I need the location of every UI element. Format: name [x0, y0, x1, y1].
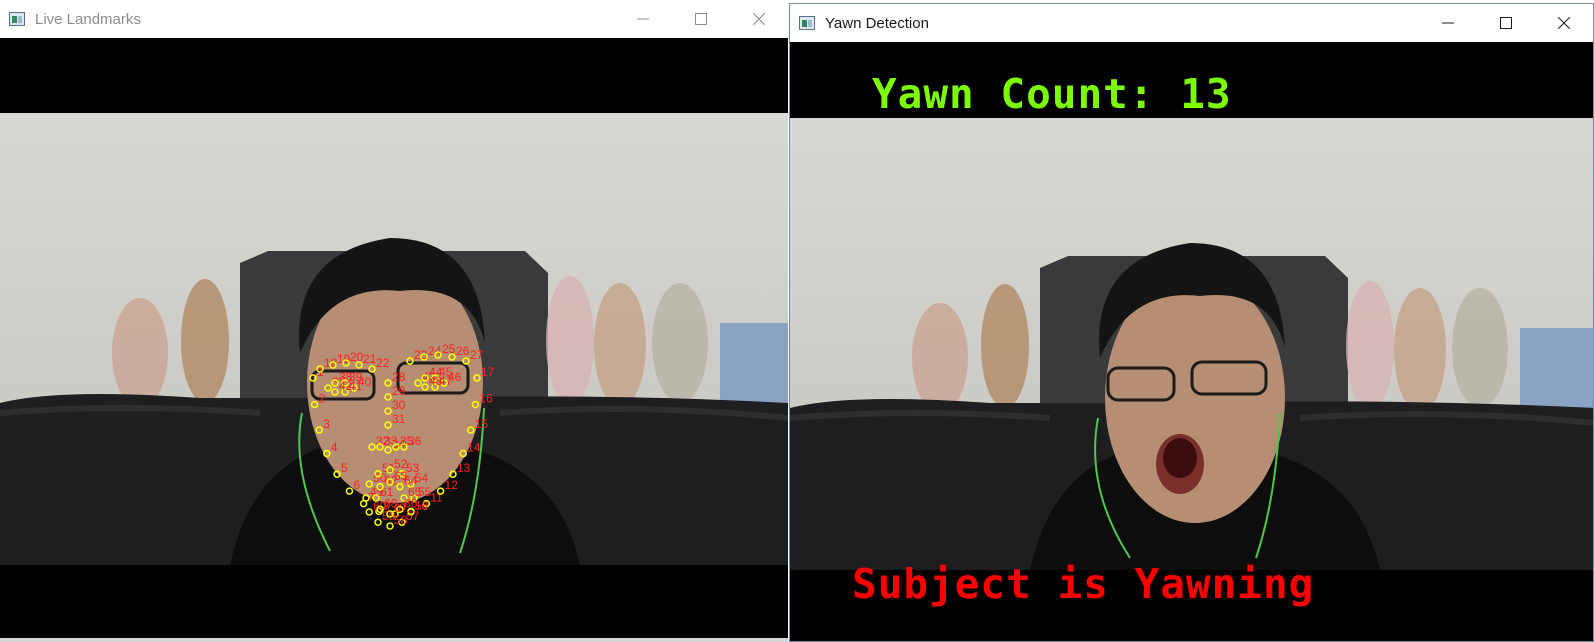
landmark-label: 14 — [467, 441, 481, 455]
landmark-label: 22 — [376, 356, 390, 370]
webcam-frame-landmarks: 1 2 3 4 5 6 7 8 9 10 11 12 13 14 15 16 17 18 19 20 21 22 23 24 2… — [0, 113, 788, 565]
landmark-label: 17 — [481, 365, 495, 379]
landmark-label: 68 — [384, 496, 398, 510]
maximize-button[interactable] — [1477, 4, 1535, 42]
landmark-label: 4 — [331, 441, 338, 455]
landmark-label: 29 — [392, 384, 406, 398]
landmark-label: 36 — [408, 434, 422, 448]
live-landmarks-window: Live Landmarks 1 2 3 4 5 6 7 8 9 10 11 1… — [0, 0, 788, 642]
app-window-icon — [799, 16, 815, 30]
landmark-label: 58 — [394, 513, 408, 527]
live-landmarks-titlebar[interactable]: Live Landmarks — [0, 0, 788, 39]
live-landmarks-viewport: 1 2 3 4 5 6 7 8 9 10 11 12 13 14 15 16 17 18 19 20 21 22 23 24 2… — [0, 38, 788, 642]
landmark-label: 16 — [479, 392, 493, 406]
landmark-label: 31 — [392, 412, 406, 426]
minimize-icon — [637, 18, 649, 20]
landmark-label: 15 — [475, 417, 489, 431]
landmark-label: 27 — [470, 348, 484, 362]
landmark-label: 57 — [406, 509, 420, 523]
landmark-label: 5 — [341, 461, 348, 475]
window-title: Live Landmarks — [35, 10, 141, 28]
maximize-icon — [695, 13, 707, 25]
landmark-label: 2 — [319, 392, 326, 406]
landmark-label: 11 — [430, 491, 443, 505]
landmark-label: 21 — [363, 352, 377, 366]
landmark-label: 3 — [323, 417, 330, 431]
webcam-image — [790, 118, 1593, 570]
minimize-button[interactable] — [1419, 4, 1477, 42]
landmark-label: 13 — [457, 461, 471, 475]
landmark-label: 20 — [350, 350, 364, 364]
minimize-icon — [1442, 22, 1454, 24]
minimize-button[interactable] — [614, 0, 672, 38]
landmark-label: 28 — [392, 370, 406, 384]
landmark-label: 6 — [353, 478, 360, 492]
close-icon — [1558, 17, 1570, 29]
maximize-button[interactable] — [672, 0, 730, 38]
landmark-label: 12 — [445, 478, 459, 492]
close-button[interactable] — [730, 0, 788, 38]
yawn-status-label: Subject is Yawning — [852, 560, 1315, 608]
taskbar-strip — [0, 638, 788, 642]
landmark-label: 48 — [429, 374, 443, 388]
yawn-count-label: Yawn Count: 13 — [872, 70, 1232, 118]
close-button[interactable] — [1535, 4, 1593, 42]
webcam-frame-yawn — [790, 118, 1593, 570]
landmark-label: 26 — [456, 344, 470, 358]
webcam-image: 12345678 9 101112131415161718 19 20 21 2223 24 2… — [0, 113, 788, 565]
close-icon — [753, 13, 765, 25]
window-title: Yawn Detection — [825, 14, 929, 32]
yawn-detection-titlebar[interactable]: Yawn Detection — [790, 4, 1593, 43]
yawn-detection-viewport: Yawn Count: 13 Subject is Yawning — [790, 42, 1593, 641]
landmark-label: 42 — [339, 379, 353, 393]
landmark-label: 30 — [392, 398, 406, 412]
yawn-detection-window: Yawn Detection Yawn Count: 13 Subject is… — [789, 3, 1594, 642]
maximize-icon — [1500, 17, 1512, 29]
app-window-icon — [9, 12, 25, 26]
